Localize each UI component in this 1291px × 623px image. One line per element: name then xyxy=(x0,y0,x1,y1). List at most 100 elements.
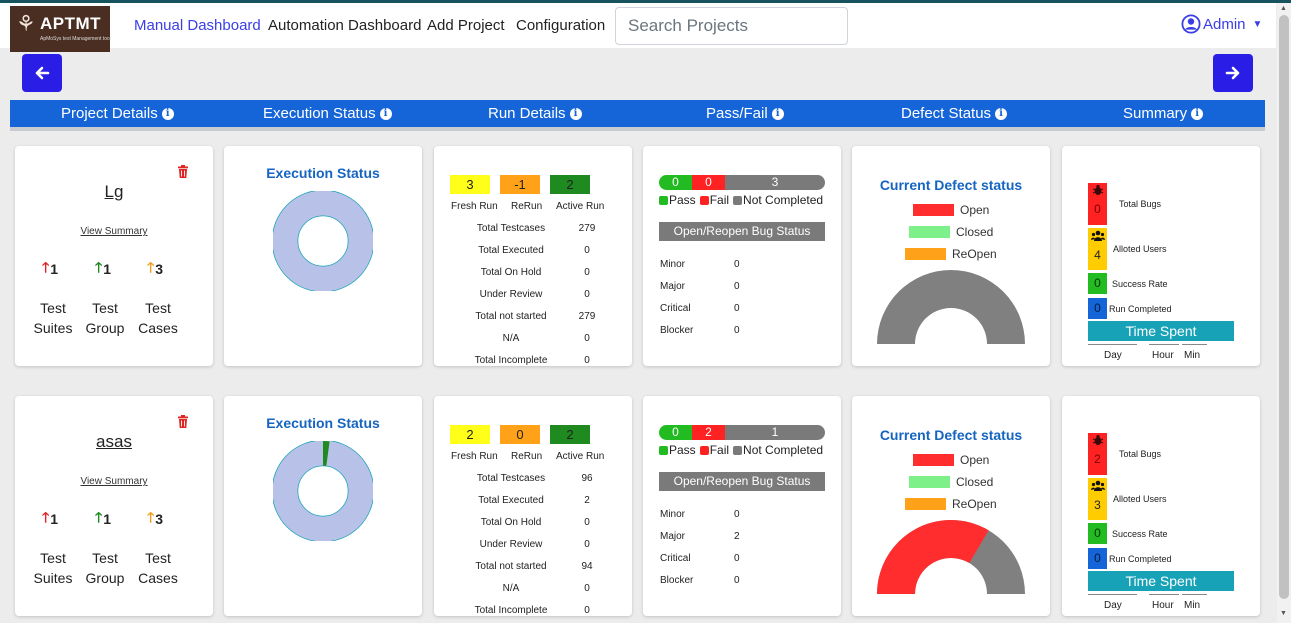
test-suites-label: Test Suites xyxy=(33,550,73,586)
info-icon[interactable]: i xyxy=(161,107,174,120)
total-testcases-value: 96 xyxy=(581,473,593,484)
critical-label: Critical xyxy=(660,303,691,314)
total-executed-label: Total Executed xyxy=(478,495,544,506)
defect-gauge-chart xyxy=(877,270,1025,344)
nav-manual-dashboard[interactable]: Manual Dashboard xyxy=(134,17,261,34)
alloted-users-label: Alloted Users xyxy=(1113,244,1167,254)
project-name[interactable]: Lg xyxy=(15,182,213,202)
total-bugs-box: 0 xyxy=(1088,183,1107,225)
total-testcases-label: Total Testcases xyxy=(476,223,546,234)
total-on-hold-label: Total On Hold xyxy=(480,517,542,528)
info-icon[interactable]: i xyxy=(995,107,1008,120)
min-underline xyxy=(1182,594,1207,595)
minor-value: 0 xyxy=(734,509,740,520)
bug-icon xyxy=(1088,433,1107,452)
hour-underline xyxy=(1149,344,1179,345)
trash-icon[interactable] xyxy=(177,165,189,178)
groups-count: 🡑 1 xyxy=(95,257,111,281)
arrow-right-icon xyxy=(1225,66,1240,80)
min-underline xyxy=(1182,344,1207,345)
reopen-legend: ReOpen xyxy=(905,247,997,261)
previous-button[interactable] xyxy=(22,54,62,92)
header-divider xyxy=(10,127,1265,131)
total-executed-label: Total Executed xyxy=(478,245,544,256)
alloted-users-box: 4 xyxy=(1088,228,1107,270)
fail-legend-label: Fail xyxy=(709,443,730,457)
suites-count: 🡑 1 xyxy=(42,507,58,531)
minor-label: Minor xyxy=(660,509,686,520)
arrow-left-icon xyxy=(35,66,50,80)
active-run-label: Active Run xyxy=(556,201,605,212)
run-details-card: 2 0 2 Fresh Run ReRun Active Run Total T… xyxy=(434,396,632,616)
major-value: 0 xyxy=(734,281,740,292)
groups-count: 🡑 1 xyxy=(95,507,111,531)
search-projects-input[interactable] xyxy=(615,7,848,45)
alloted-users-value: 4 xyxy=(1094,248,1101,262)
project-name[interactable]: asas xyxy=(15,432,213,452)
time-spent-header: Time Spent xyxy=(1088,571,1234,591)
view-summary-link[interactable]: View Summary xyxy=(15,476,213,487)
na-value: 0 xyxy=(584,333,590,344)
summary-card: 0 Total Bugs 4 Alloted Users 0 Success R… xyxy=(1062,146,1260,366)
not-completed-segment: 1 xyxy=(725,425,825,440)
pass-segment: 0 xyxy=(659,175,692,190)
total-on-hold-value: 0 xyxy=(584,267,590,278)
bug-status-header: Open/Reopen Bug Status xyxy=(659,222,825,241)
total-testcases-label: Total Testcases xyxy=(476,473,546,484)
na-label: N/A xyxy=(502,333,520,344)
major-label: Major xyxy=(660,531,686,542)
active-run-label: Active Run xyxy=(556,451,605,462)
nav-automation-dashboard[interactable]: Automation Dashboard xyxy=(268,17,421,34)
total-incomplete-value: 0 xyxy=(584,355,590,366)
scroll-up-icon[interactable]: ▲ xyxy=(1280,5,1287,12)
execution-status-card: Execution Status xyxy=(224,146,422,366)
pass-segment: 0 xyxy=(659,425,692,440)
nav-add-project[interactable]: Add Project xyxy=(427,17,505,34)
users-icon xyxy=(1088,228,1107,248)
fresh-run-value: 2 xyxy=(450,425,490,444)
blocker-label: Blocker xyxy=(660,325,694,336)
info-icon[interactable]: i xyxy=(1191,107,1204,120)
info-icon[interactable]: i xyxy=(569,107,582,120)
execution-status-title: Execution Status xyxy=(266,165,380,181)
open-swatch xyxy=(913,204,954,216)
not-completed-segment: 3 xyxy=(725,175,825,190)
trash-icon[interactable] xyxy=(177,415,189,428)
bug-icon xyxy=(1088,183,1107,202)
scroll-down-icon[interactable]: ▼ xyxy=(1280,610,1287,617)
open-legend: Open xyxy=(913,203,989,217)
user-menu[interactable]: Admin ▼ xyxy=(1181,14,1262,34)
next-button[interactable] xyxy=(1213,54,1253,92)
app-logo[interactable]: ⚘ APTMT ApMoSys test Management tool xyxy=(10,6,111,52)
header-execution-status: Execution Status i xyxy=(263,105,392,122)
total-incomplete-label: Total Incomplete xyxy=(474,605,548,616)
arrow-up-icon: 🡑 xyxy=(147,509,155,525)
rerun-value: -1 xyxy=(500,175,540,194)
fresh-run-value: 3 xyxy=(450,175,490,194)
arrow-up-icon: 🡑 xyxy=(42,259,50,275)
total-on-hold-value: 0 xyxy=(584,517,590,528)
nav-configuration[interactable]: Configuration xyxy=(516,17,605,34)
min-label: Min xyxy=(1184,600,1201,611)
fail-legend-label: Fail xyxy=(709,193,730,207)
major-value: 2 xyxy=(734,531,740,542)
total-bugs-value: 0 xyxy=(1094,202,1101,216)
total-incomplete-value: 0 xyxy=(584,605,590,616)
alloted-users-label: Alloted Users xyxy=(1113,494,1167,504)
critical-label: Critical xyxy=(660,553,691,564)
scroll-thumb[interactable] xyxy=(1279,15,1289,599)
vertical-scrollbar[interactable]: ▲ ▼ xyxy=(1277,3,1291,623)
info-icon[interactable]: i xyxy=(379,107,392,120)
project-details-card: Lg View Summary 🡑 1 🡑 1 🡑 3 Test Suites Test… xyxy=(15,146,213,366)
header-pass-fail: Pass/Fail i xyxy=(706,105,784,122)
reopen-swatch xyxy=(905,498,946,510)
day-label: Day xyxy=(1104,600,1122,611)
view-summary-link[interactable]: View Summary xyxy=(15,226,213,237)
test-group-label: Test Group xyxy=(85,300,125,336)
column-header-bar: Project Details i Execution Status i Run D… xyxy=(10,100,1265,127)
summary-card: 2 Total Bugs 3 Alloted Users 0 Success R… xyxy=(1062,396,1260,616)
hour-label: Hour xyxy=(1152,600,1174,611)
fail-legend-swatch xyxy=(699,195,709,205)
execution-status-card: Execution Status xyxy=(224,396,422,616)
info-icon[interactable]: i xyxy=(771,107,784,120)
